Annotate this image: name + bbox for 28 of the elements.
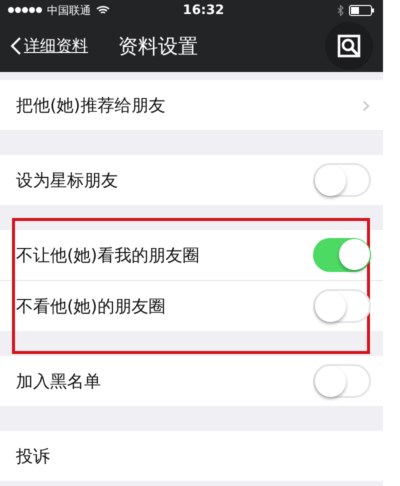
row-label: 不看他(她)的朋友圈 — [16, 296, 166, 318]
row-label: 把他(她)推荐给朋友 — [16, 94, 166, 116]
page-title: 资料设置 — [118, 32, 199, 60]
wifi-icon — [96, 5, 110, 15]
settings-row[interactable]: 不让他(她)看我的朋友圈 — [0, 230, 383, 280]
back-link[interactable]: 详细资料 — [10, 36, 88, 56]
settings-row[interactable]: 加入黑名单 — [0, 356, 383, 406]
scan-button[interactable] — [325, 22, 373, 70]
bluetooth-icon — [337, 4, 344, 16]
toggle-switch[interactable] — [313, 163, 371, 197]
clock-time: 16:32 — [182, 2, 226, 18]
row-label: 加入黑名单 — [16, 370, 102, 392]
chevron: › — [361, 91, 371, 119]
back-chevron-icon — [10, 36, 22, 56]
toggle-switch[interactable] — [313, 238, 371, 272]
row-label: 设为星标朋友 — [16, 170, 119, 192]
settings-row[interactable]: 投诉 — [0, 431, 383, 481]
battery-icon — [349, 4, 375, 16]
row-label: 投诉 — [16, 446, 51, 468]
settings-row[interactable]: 把他(她)推荐给朋友 › — [0, 80, 383, 130]
magnifier-frame-icon — [337, 34, 361, 58]
settings-row[interactable]: 不看他(她)的朋友圈 — [0, 280, 383, 331]
carrier-name: 中国联通 — [47, 2, 91, 18]
row-label: 不让他(她)看我的朋友圈 — [16, 244, 200, 266]
toggle-switch[interactable] — [313, 289, 371, 323]
signal-icon — [8, 7, 42, 13]
settings-row[interactable]: 设为星标朋友 — [0, 155, 383, 205]
toggle-switch[interactable] — [313, 364, 371, 398]
